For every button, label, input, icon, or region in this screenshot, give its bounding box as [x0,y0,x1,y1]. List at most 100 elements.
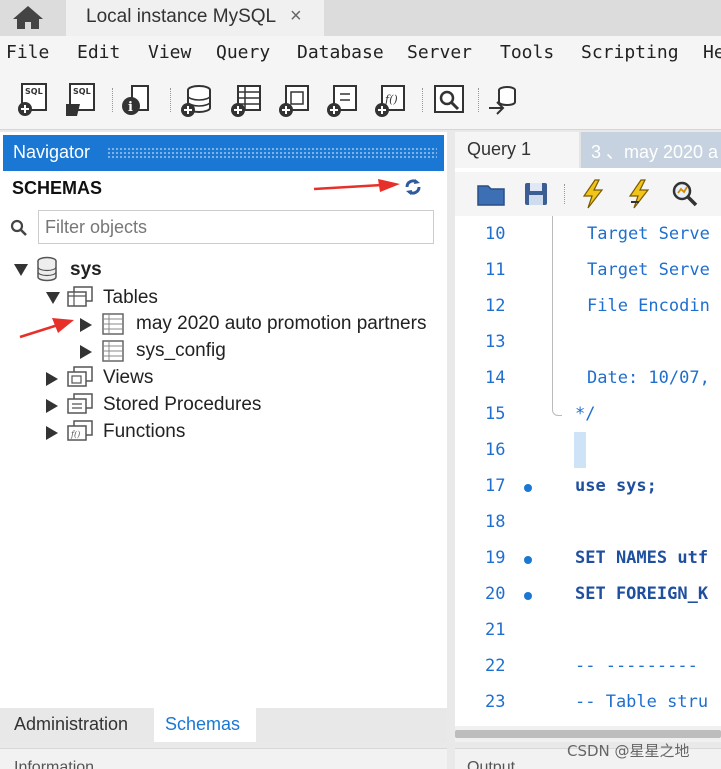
code-line[interactable]: 19 SET NAMES utf [455,540,721,576]
line-number: 15 [485,404,506,424]
schema-name: sys [70,259,102,280]
line-number: 13 [485,332,506,352]
code-text: Target Serve [587,224,710,244]
code-line[interactable]: 14 Date: 10/07, [455,360,721,396]
code-line[interactable]: 22 -- --------- [455,648,721,684]
code-line[interactable]: 11 Target Serve [455,252,721,288]
connection-tab-label: Local instance MySQL [86,6,277,27]
statement-marker [524,556,532,564]
menu-tools[interactable]: Tools [500,42,554,63]
reconnect-icon[interactable] [486,82,520,118]
editor-tab-bar: Query 1 3 、may 2020 a [455,132,721,168]
close-tab-button[interactable]: × [290,5,302,28]
toolbar-separator [112,88,113,112]
code-line[interactable]: 12 File Encodin [455,288,721,324]
statement-marker [524,484,532,492]
expand-arrow-icon[interactable] [14,264,28,276]
navigator-title: Navigator [13,142,91,162]
table-name: may 2020 auto promotion partners [136,313,427,334]
menu-view[interactable]: View [148,42,191,63]
inspector-icon[interactable]: i [120,82,154,118]
tab-query-1[interactable]: Query 1 [455,132,579,168]
tree-table-item[interactable]: may 2020 auto promotion partners [78,312,444,338]
tree-folder-tables[interactable]: Tables [46,286,246,312]
information-label: Information [14,759,95,769]
code-line[interactable]: 23 -- Table stru [455,684,721,720]
tab-may-2020[interactable]: 3 、may 2020 a [581,132,721,168]
table-icon [102,340,124,362]
procedures-label: Stored Procedures [103,394,262,415]
tab-query-1-label: Query 1 [467,139,532,159]
tree-schema-sys[interactable]: sys [14,256,214,284]
code-text: -- --------- [575,656,698,676]
menu-bar: File Edit View Query Database Server Too… [0,36,721,72]
code-line[interactable]: 21 [455,612,721,648]
explain-icon[interactable] [669,178,701,210]
schemas-heading: SCHEMAS [12,178,103,198]
scrollbar-thumb[interactable] [455,730,721,738]
line-number: 23 [485,692,506,712]
code-line[interactable]: 20 SET FOREIGN_K [455,576,721,612]
code-line[interactable]: 18 [455,504,721,540]
menu-query[interactable]: Query [216,42,270,63]
toolbar-separator [422,88,423,112]
main-toolbar: SQL SQL i f() [0,72,721,130]
menu-help[interactable]: He [703,42,721,63]
expand-arrow-icon[interactable] [46,426,58,440]
execute-current-icon[interactable] [623,178,655,210]
code-text: -- Table stru [575,692,709,712]
line-number: 16 [485,440,506,460]
statement-marker [524,592,532,600]
home-icon[interactable] [10,4,46,30]
tree-folder-views[interactable]: Views [46,366,246,392]
output-label: Output [467,759,516,769]
functions-label: Functions [103,421,186,442]
tree-table-item[interactable]: sys_config [78,339,328,365]
search-table-data-icon[interactable] [432,82,466,118]
svg-text:SQL: SQL [73,87,91,96]
refresh-icon[interactable] [403,177,423,197]
code-editor[interactable]: 10 Target Serve 11 Target Serve 12 File Encod… [455,216,721,726]
toolbar-separator [170,88,171,112]
expand-arrow-icon[interactable] [80,345,92,359]
execute-icon[interactable] [577,178,609,210]
table-icon [102,313,124,335]
create-view-icon[interactable] [278,82,312,118]
tree-folder-procedures[interactable]: Stored Procedures [46,393,286,419]
toolbar-separator [478,88,479,112]
open-folder-icon[interactable] [475,178,507,210]
menu-server[interactable]: Server [407,42,472,63]
code-line[interactable]: 13 [455,324,721,360]
code-line[interactable]: 10 Target Serve [455,216,721,252]
header-grip-pattern [107,147,437,159]
expand-arrow-icon[interactable] [46,399,58,413]
code-text: SET NAMES utf [575,548,709,568]
code-line[interactable]: 17 use sys; [455,468,721,504]
open-sql-script-icon[interactable]: SQL [64,82,98,118]
svg-text:f(): f() [70,430,80,439]
code-text: */ [575,404,596,424]
new-sql-tab-icon[interactable]: SQL [16,82,50,118]
create-table-icon[interactable] [230,82,264,118]
expand-arrow-icon[interactable] [80,318,92,332]
code-line[interactable]: 16 [455,432,721,468]
tables-label: Tables [103,287,158,308]
filter-objects-input[interactable] [38,210,434,244]
menu-database[interactable]: Database [297,42,384,63]
tab-administration[interactable]: Administration [14,714,128,735]
create-function-icon[interactable]: f() [374,82,408,118]
create-schema-icon[interactable] [180,82,214,118]
tree-folder-functions[interactable]: f() Functions [46,420,246,446]
code-line[interactable]: 15 */ [455,396,721,432]
table-name: sys_config [136,340,226,361]
create-procedure-icon[interactable] [326,82,360,118]
menu-file[interactable]: File [6,42,49,63]
save-icon[interactable] [520,178,552,210]
line-number: 20 [485,584,506,604]
expand-arrow-icon[interactable] [46,292,60,304]
menu-edit[interactable]: Edit [77,42,120,63]
expand-arrow-icon[interactable] [46,372,58,386]
tab-schemas[interactable]: Schemas [154,708,256,742]
connection-tab[interactable]: Local instance MySQL × [66,0,324,36]
menu-scripting[interactable]: Scripting [581,42,679,63]
